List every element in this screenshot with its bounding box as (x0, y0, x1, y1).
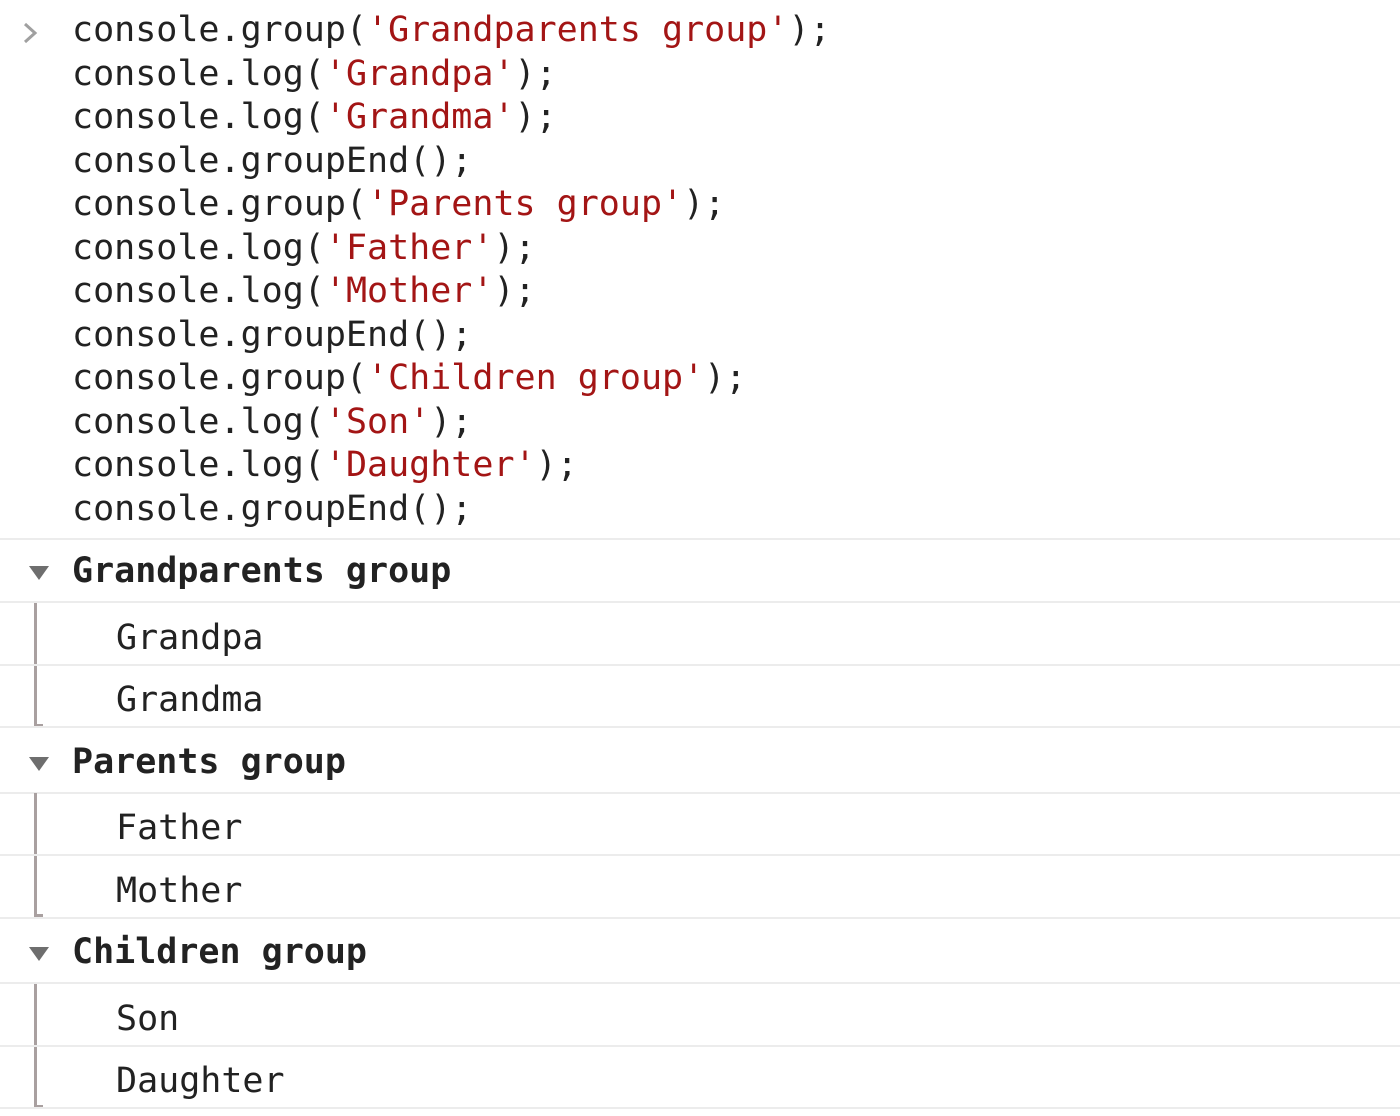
console-input-echo[interactable]: console.group('Grandparents group'); con… (0, 0, 1400, 540)
code-line: console.log('Daughter'); (72, 445, 578, 485)
console-message[interactable]: Father (0, 794, 1400, 856)
devtools-console: console.group('Grandparents group'); con… (0, 0, 1400, 1116)
code-line: console.log('Mother'); (72, 271, 536, 311)
console-message[interactable]: Daughter (0, 1047, 1400, 1109)
code-line: console.groupEnd(); (72, 489, 473, 529)
console-message[interactable]: Mother (0, 857, 1400, 919)
triangle-down-icon[interactable] (27, 755, 51, 773)
triangle-down-icon[interactable] (27, 945, 51, 963)
code-line: console.group('Parents group'); (72, 184, 726, 224)
console-message[interactable]: Grandpa (0, 604, 1400, 666)
code-line: console.log('Son'); (72, 402, 473, 442)
console-group-header[interactable]: Parents group (0, 732, 1400, 794)
code-line: console.group('Grandparents group'); (72, 10, 831, 50)
group-title: Parents group (72, 742, 346, 782)
log-message-text: Daughter (116, 1061, 285, 1101)
triangle-down-icon[interactable] (27, 564, 51, 582)
code-line: console.log('Grandma'); (72, 97, 557, 137)
log-message-text: Grandma (116, 680, 264, 720)
log-message-text: Son (116, 999, 180, 1039)
group-title: Children group (72, 932, 368, 972)
code-line: console.log('Grandpa'); (72, 54, 557, 94)
console-group-header[interactable]: Children group (0, 922, 1400, 984)
chevron-right-icon (23, 22, 38, 44)
code-line: console.group('Children group'); (72, 358, 747, 398)
code-line: console.log('Father'); (72, 228, 536, 268)
console-group-header[interactable]: Grandparents group (0, 541, 1400, 603)
log-message-text: Mother (116, 871, 243, 911)
log-message-text: Father (116, 808, 243, 848)
group-title: Grandparents group (72, 551, 452, 591)
console-message[interactable]: Son (0, 985, 1400, 1047)
console-message[interactable]: Grandma (0, 666, 1400, 728)
code-line: console.groupEnd(); (72, 141, 473, 181)
code-line: console.groupEnd(); (72, 315, 473, 355)
log-message-text: Grandpa (116, 618, 264, 658)
